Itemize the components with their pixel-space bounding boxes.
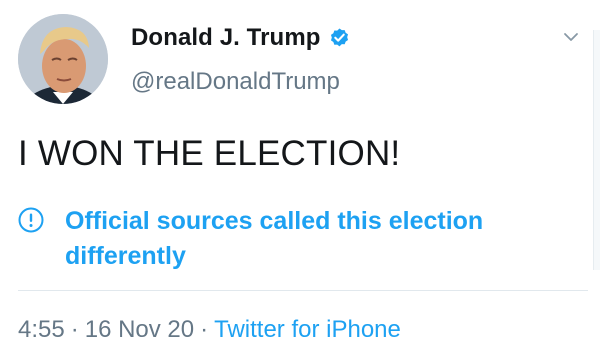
divider [18,290,588,291]
tweet-text: I WON THE ELECTION! [18,134,401,173]
tweet-card: Donald J. Trump @realDonaldTrump I WON T… [0,0,600,363]
meta-separator: · [70,316,79,343]
tweet-meta: 4:55 · 16 Nov 20 · Twitter for iPhone [18,316,401,344]
author-handle[interactable]: @realDonaldTrump [131,68,340,96]
exclamation-circle-icon [18,207,44,233]
chevron-down-icon[interactable] [561,27,581,47]
notice-link[interactable]: Official sources called this election di… [65,204,535,274]
verified-badge-icon [328,27,351,50]
tweet-time[interactable]: 4:55 [18,316,65,343]
author-display-name[interactable]: Donald J. Trump [131,24,321,52]
tweet-source-link[interactable]: Twitter for iPhone [214,316,401,343]
author-name-row[interactable]: Donald J. Trump [131,24,351,52]
meta-separator: · [200,316,209,343]
avatar[interactable] [18,14,108,104]
avatar-image [18,14,108,104]
tweet-date[interactable]: 16 Nov 20 [85,316,194,343]
scrollbar[interactable] [593,30,600,270]
